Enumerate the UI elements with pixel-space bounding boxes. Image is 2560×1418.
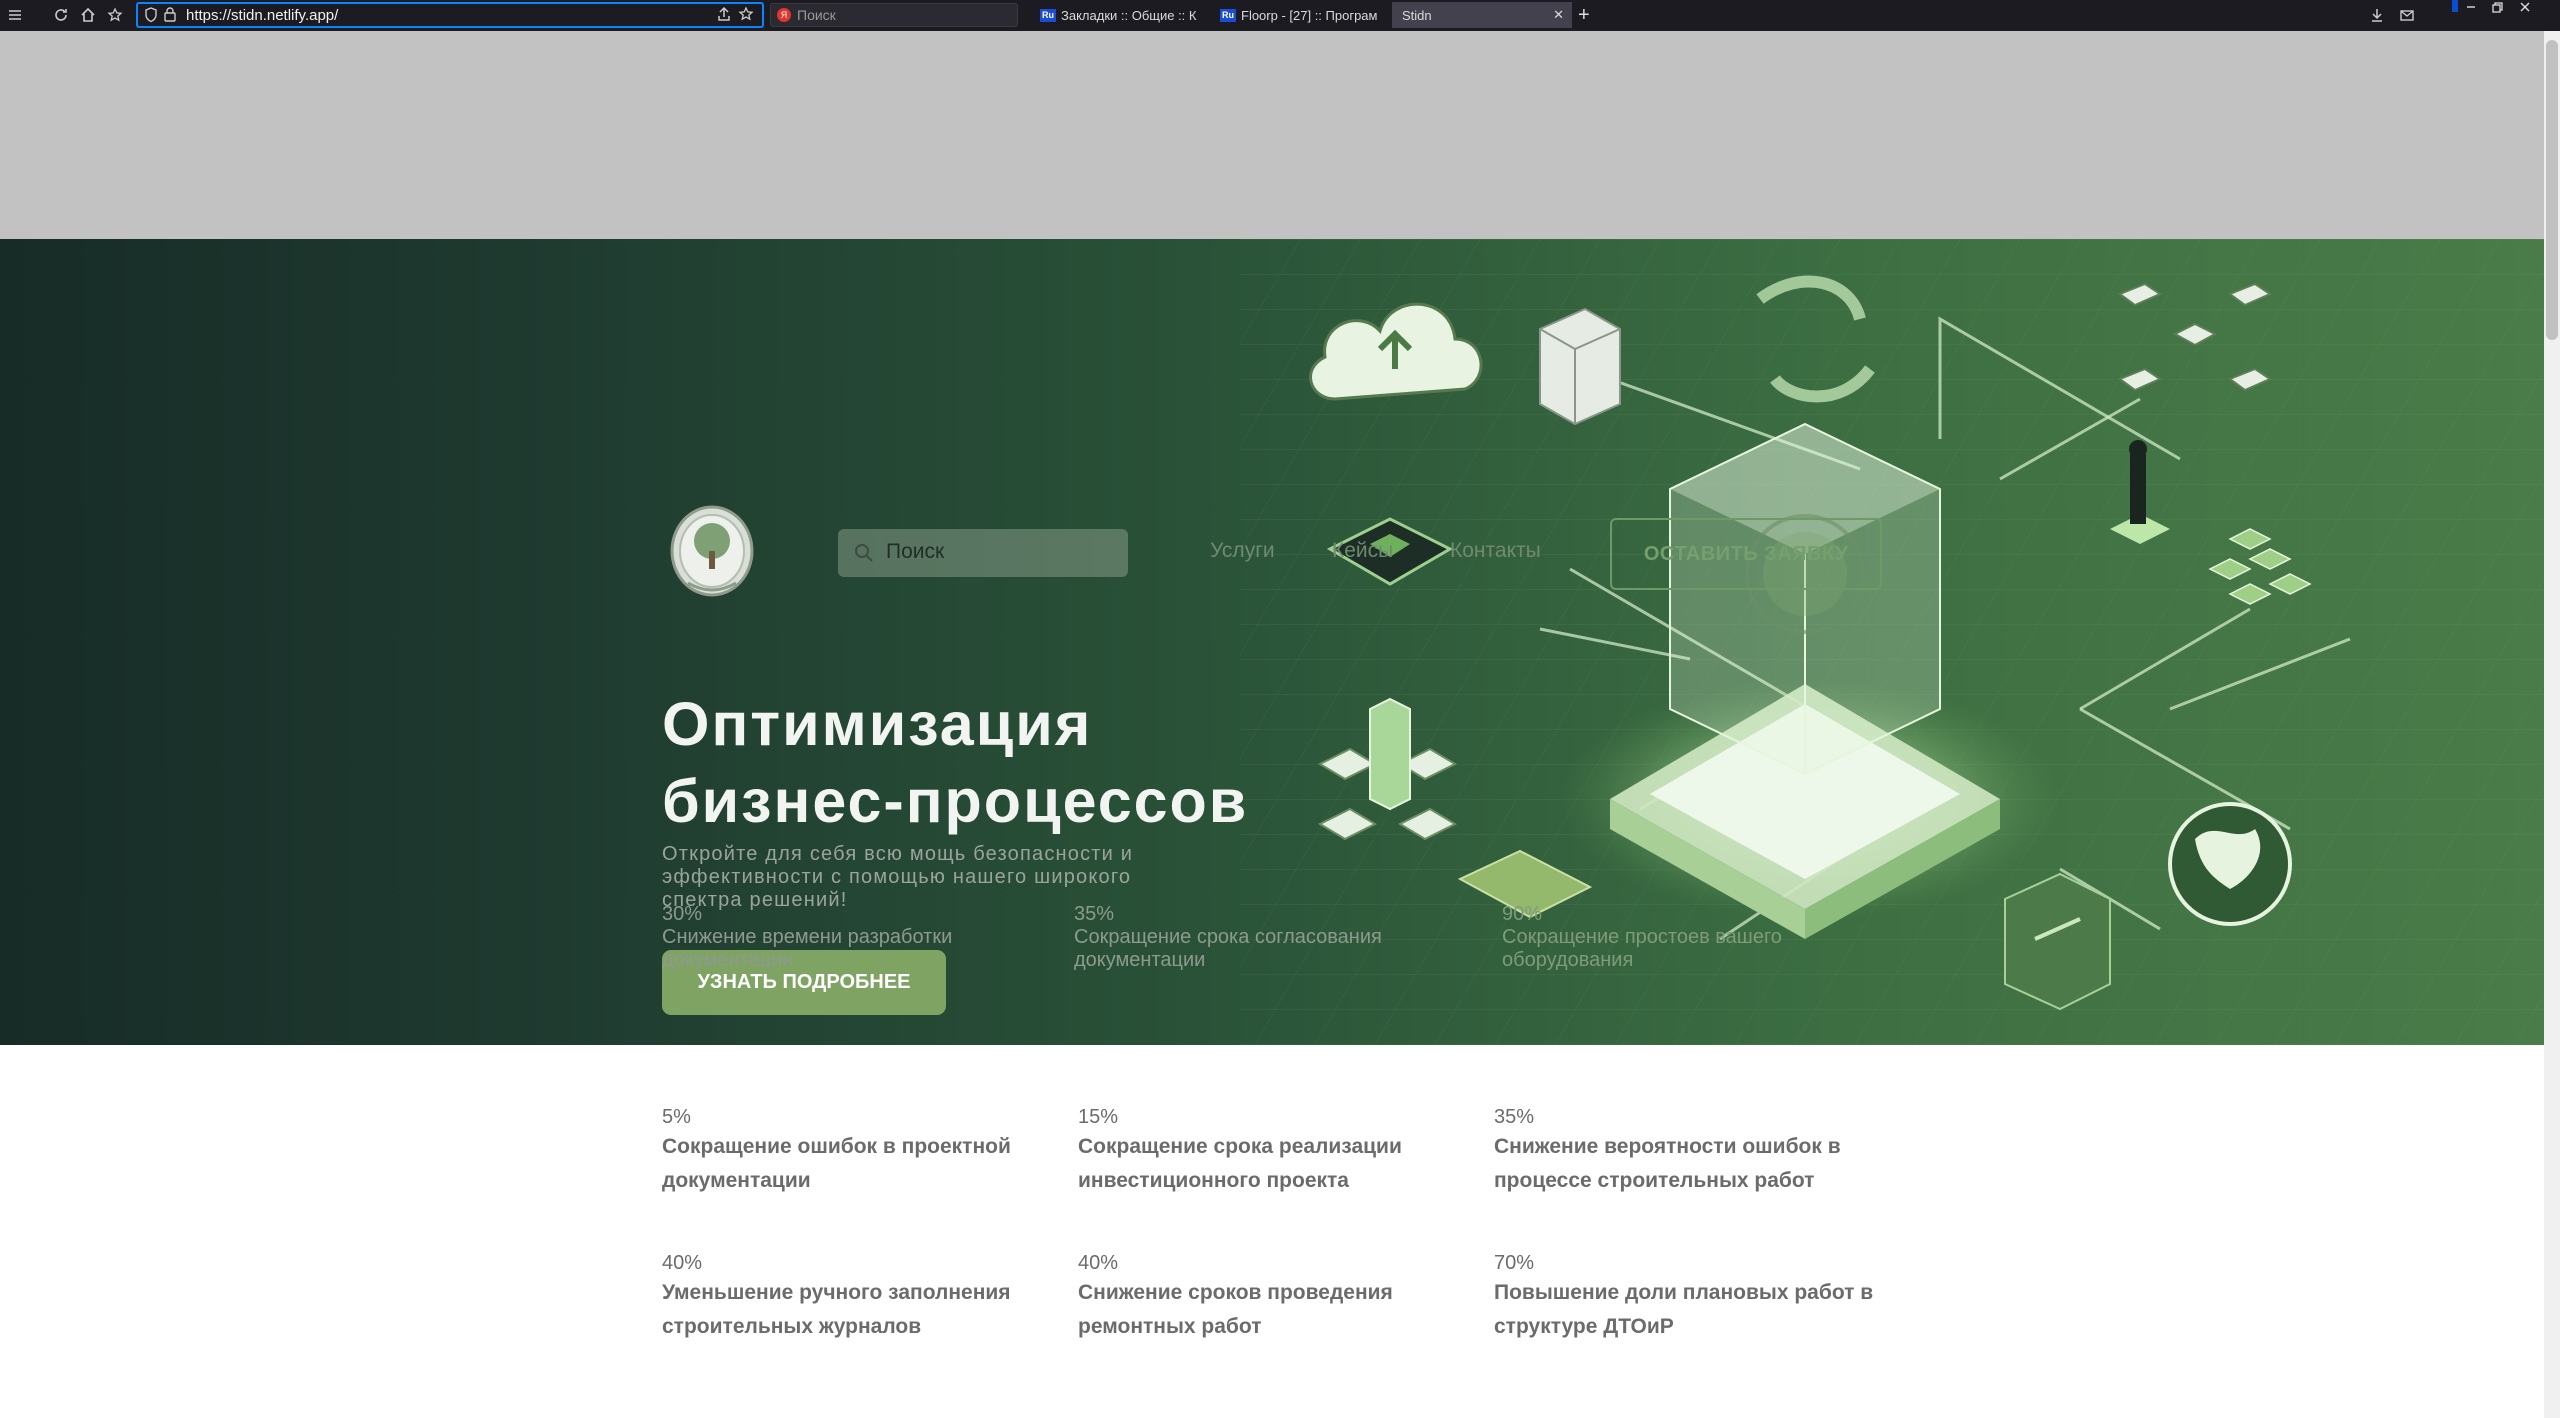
downloads-icon[interactable] <box>2366 4 2388 26</box>
stat-value: 15% <box>1078 1106 1119 1128</box>
hero-stat-label: Сокращение простоев вашего оборудования <box>1502 926 1782 971</box>
hero-stat-value: 90% <box>1502 903 1543 925</box>
request-button[interactable]: ОСТАВИТЬ ЗАЯВКУ <box>1610 518 1882 590</box>
tab-bookmarks[interactable]: Ru Закладки :: Общие :: К <box>1034 2 1206 28</box>
hero-stat-label: Снижение времени разработки документации <box>662 926 953 971</box>
bookmarks-icon[interactable] <box>104 4 126 26</box>
window-accent <box>2452 0 2458 12</box>
hero-title-line2: бизнес-процессов <box>662 767 1249 835</box>
hero-subtitle: Откройте для себя всю мощь безопасности … <box>662 843 1134 911</box>
shield-icon[interactable] <box>144 7 158 23</box>
favicon-icon: Ru <box>1040 8 1056 22</box>
stat-label: Уменьшение ручного заполнения строительн… <box>662 1281 1011 1338</box>
stat-item: 5% Сокращение ошибок в проектной докумен… <box>662 1104 1022 1198</box>
browser-search-placeholder: Поиск <box>797 7 836 23</box>
mail-icon[interactable] <box>2396 4 2418 26</box>
close-tab-icon[interactable]: ✕ <box>1553 7 1564 23</box>
stat-value: 35% <box>1494 1106 1535 1128</box>
hero-section: Поиск Услуги Кейсы Контакты ОСТАВИТЬ ЗАЯ… <box>0 239 2544 1045</box>
hero-title-line1: Оптимизация <box>662 690 1093 758</box>
hero-stat: 30% Снижение времени разработки документ… <box>662 903 1002 972</box>
stat-value: 40% <box>1078 1252 1119 1274</box>
tab-label: Закладки :: Общие :: К <box>1061 7 1197 23</box>
stat-item: 15% Сокращение срока реализации инвестиц… <box>1078 1104 1438 1198</box>
isometric-network-illustration <box>1240 239 2544 1045</box>
nav-link-services[interactable]: Услуги <box>1210 539 1275 563</box>
new-tab-button[interactable]: + <box>1578 4 1590 27</box>
stat-item: 40% Уменьшение ручного заполнения строит… <box>662 1250 1022 1344</box>
reload-icon[interactable] <box>50 4 72 26</box>
nav-link-contacts[interactable]: Контакты <box>1450 539 1541 563</box>
stat-value: 70% <box>1494 1252 1535 1274</box>
logo[interactable] <box>668 505 756 601</box>
browser-search-field[interactable]: Я Поиск <box>770 3 1018 27</box>
hero-stat: 35% Сокращение срока согласования докуме… <box>1074 903 1414 972</box>
yandex-icon: Я <box>777 8 791 22</box>
stat-label: Снижение сроков проведения ремонтных раб… <box>1078 1281 1393 1338</box>
scrollbar-thumb[interactable] <box>2546 40 2558 340</box>
menu-icon[interactable] <box>4 4 26 26</box>
restore-icon[interactable] <box>2486 0 2508 18</box>
address-bar[interactable]: https://stidn.netlify.app/ <box>136 2 764 28</box>
close-window-icon[interactable] <box>2514 0 2536 18</box>
stat-item: 40% Снижение сроков проведения ремонтных… <box>1078 1250 1438 1344</box>
home-icon[interactable] <box>77 4 99 26</box>
url-text: https://stidn.netlify.app/ <box>186 6 339 24</box>
tab-floorp[interactable]: Ru Floorp - [27] :: Програм <box>1214 2 1384 28</box>
stat-label: Повышение доли плановых работ в структур… <box>1494 1281 1874 1338</box>
tab-stidn[interactable]: Stidn ✕ <box>1392 2 1572 28</box>
stat-value: 5% <box>662 1106 691 1128</box>
share-icon[interactable] <box>716 6 732 22</box>
tab-label: Stidn <box>1402 7 1432 23</box>
top-banner-placeholder <box>0 31 2544 239</box>
browser-toolbar: https://stidn.netlify.app/ Я Поиск Ru За… <box>0 0 2560 31</box>
hero-stat: 90% Сокращение простоев вашего оборудова… <box>1502 903 1812 972</box>
stat-label: Снижение вероятности ошибок в процессе с… <box>1494 1135 1841 1192</box>
search-icon <box>855 544 873 562</box>
tab-label: Floorp - [27] :: Програм <box>1241 7 1378 23</box>
stat-label: Сокращение ошибок в проектной документац… <box>662 1135 1011 1192</box>
stat-value: 40% <box>662 1252 703 1274</box>
minimize-icon[interactable] <box>2460 0 2482 18</box>
search-placeholder: Поиск <box>886 540 945 563</box>
bookmark-star-icon[interactable] <box>738 6 754 22</box>
stat-item: 35% Снижение вероятности ошибок в процес… <box>1494 1104 1874 1198</box>
stat-label: Сокращение срока реализации инвестиционн… <box>1078 1135 1402 1192</box>
stat-item: 70% Повышение доли плановых работ в стру… <box>1494 1250 1874 1344</box>
nav-link-cases[interactable]: Кейсы <box>1332 539 1393 563</box>
hero-stat-value: 35% <box>1074 903 1115 925</box>
hero-stat-value: 30% <box>662 903 703 925</box>
search-input[interactable]: Поиск <box>838 529 1128 577</box>
favicon-icon: Ru <box>1220 8 1236 22</box>
lock-icon[interactable] <box>164 7 176 22</box>
hero-stat-label: Сокращение срока согласования документац… <box>1074 926 1382 971</box>
